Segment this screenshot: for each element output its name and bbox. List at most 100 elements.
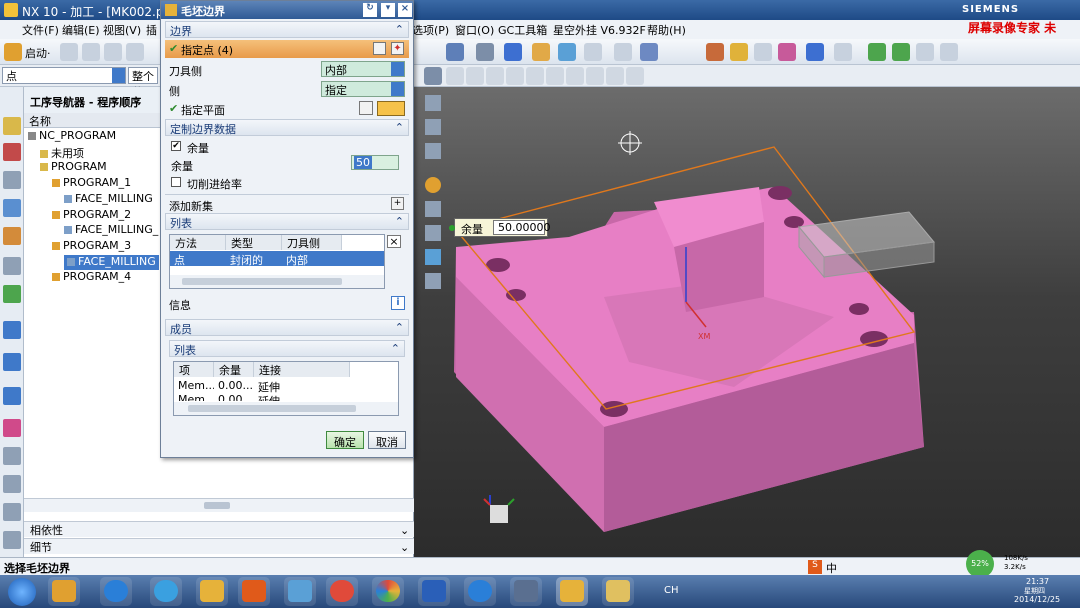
add-set-icon[interactable]: + [391, 197, 404, 210]
start-button[interactable]: 启动· [25, 45, 51, 61]
table-scrollbar[interactable] [174, 402, 398, 415]
delete-icon[interactable]: × [387, 235, 401, 248]
column-header-stock[interactable]: 余量 [214, 362, 254, 377]
tree-row[interactable]: FACE_MILLING [64, 192, 153, 207]
machine-tool-icon[interactable] [3, 143, 21, 161]
tree-row[interactable]: PROGRAM_4 [52, 270, 131, 285]
ime-mode[interactable]: 中 [826, 560, 837, 576]
tree-row[interactable]: PROGRAM_3 [52, 239, 131, 254]
snap-pole-icon[interactable] [606, 67, 624, 85]
part-model[interactable]: XM [414, 87, 1080, 557]
clock-icon[interactable] [3, 387, 21, 405]
operation-navigator-icon[interactable] [3, 117, 21, 135]
chevron-down-icon[interactable] [391, 62, 404, 76]
column-header-item[interactable]: 项 [174, 362, 214, 377]
section-icon[interactable] [614, 43, 632, 61]
render-icon[interactable] [558, 43, 576, 61]
cube-view-icon[interactable] [504, 43, 522, 61]
snap-curve-icon[interactable] [506, 67, 524, 85]
snap-grid-icon[interactable] [626, 67, 644, 85]
boundary-section-header[interactable]: 边界 ⌃ [165, 21, 409, 38]
side-select[interactable]: 指定 [321, 81, 405, 97]
scroll-thumb[interactable] [204, 502, 230, 509]
menu-window[interactable]: 窗口(O) [455, 22, 494, 38]
close-icon[interactable]: × [398, 3, 412, 17]
specify-points-row[interactable]: ✔ 指定点 (4) ✦ [165, 40, 409, 58]
scope-filter-select[interactable]: 整个装 [128, 67, 158, 99]
palette-icon[interactable] [3, 419, 21, 437]
hd3d-icon[interactable] [3, 285, 21, 303]
list-section-header[interactable]: 列表 ⌃ [165, 213, 409, 230]
taskbar-app[interactable] [196, 577, 228, 606]
navigator-scrollbar[interactable] [24, 498, 414, 512]
tree-row[interactable]: PROGRAM [40, 160, 107, 175]
snap-end-icon[interactable] [446, 67, 464, 85]
reuse-library-icon[interactable] [3, 257, 21, 275]
cancel-button[interactable]: 取消 [368, 431, 406, 449]
menu-gc-toolkit[interactable]: GC工具箱 [498, 22, 547, 38]
replay-icon[interactable] [754, 43, 772, 61]
info-row[interactable]: 信息 i [165, 295, 409, 313]
web-browser-icon[interactable] [3, 321, 21, 339]
scroll-thumb[interactable] [182, 278, 342, 285]
chevron-down-icon[interactable]: ⌄ [400, 541, 409, 554]
start-orb-icon[interactable] [8, 578, 36, 606]
shading-icon[interactable] [532, 43, 550, 61]
history-icon[interactable] [3, 353, 21, 371]
chevron-down-icon[interactable]: ⌄ [400, 524, 409, 537]
type-filter-select[interactable]: 点 [2, 67, 126, 84]
reset-icon[interactable]: ↻ [363, 3, 377, 17]
snap-mid-icon[interactable] [466, 67, 484, 85]
name-column-header[interactable]: 名称 [24, 113, 164, 128]
members-list-header[interactable]: 列表 ⌃ [169, 340, 405, 357]
assembly-navigator-icon[interactable] [3, 171, 21, 189]
stock-checkbox[interactable]: ✔ [171, 141, 181, 151]
roles-icon[interactable] [3, 503, 21, 521]
taskbar-app[interactable] [238, 577, 270, 606]
layer-icon[interactable] [584, 43, 602, 61]
check-all-icon[interactable] [892, 43, 910, 61]
snap-center-icon[interactable] [526, 67, 544, 85]
color-tool-icon[interactable] [425, 177, 441, 193]
taskbar-app[interactable] [326, 577, 358, 606]
custom-boundary-section-header[interactable]: 定制边界数据 ⌃ [165, 119, 409, 136]
snap-quadrant-icon[interactable] [546, 67, 564, 85]
info-icon[interactable]: i [391, 296, 405, 310]
chevron-down-icon[interactable] [391, 82, 404, 96]
table-scrollbar[interactable] [170, 275, 384, 288]
taskbar-app[interactable] [602, 577, 634, 606]
generate-path-icon[interactable] [706, 43, 724, 61]
taskbar-app[interactable] [100, 577, 132, 606]
table-row[interactable]: Mem... 0.00... 延伸 [174, 392, 398, 401]
clock-time[interactable]: 21:37 [1026, 577, 1049, 586]
tree-row[interactable]: PROGRAM_2 [52, 208, 131, 223]
view-tool-icon[interactable] [425, 225, 441, 241]
taskbar-app[interactable] [418, 577, 450, 606]
taskbar-app[interactable] [464, 577, 496, 606]
chevron-up-icon[interactable]: ⌃ [395, 121, 404, 134]
taskbar-app[interactable] [372, 577, 404, 606]
feed-checkbox[interactable] [171, 177, 181, 187]
dialog-title-bar[interactable]: 毛坯边界 ↻ ▾ × [161, 1, 413, 19]
chevron-up-icon[interactable]: ⌃ [395, 23, 404, 36]
orient-view-icon[interactable] [476, 43, 494, 61]
tool-icon[interactable] [916, 43, 934, 61]
snap-tangent-icon[interactable] [586, 67, 604, 85]
settings-icon[interactable]: ▾ [381, 3, 395, 17]
stock-input[interactable]: 50 [351, 155, 399, 170]
add-new-set-row[interactable]: 添加新集 + [165, 194, 409, 213]
ok-button[interactable]: 确定 [326, 431, 364, 449]
snap-line-icon[interactable] [486, 67, 504, 85]
menu-options[interactable]: 选项(P) [412, 22, 449, 38]
save-icon[interactable] [104, 43, 122, 61]
shop-doc-icon[interactable] [834, 43, 852, 61]
wcs-icon[interactable] [640, 43, 658, 61]
print-icon[interactable] [126, 43, 144, 61]
language-indicator[interactable]: CH [664, 585, 679, 596]
menu-file[interactable]: 文件(F) [22, 22, 59, 38]
handle-icon[interactable] [449, 225, 455, 231]
table-row[interactable]: 点 封闭的 内部 [170, 251, 384, 266]
taskbar-app[interactable] [48, 577, 80, 606]
view-tool-icon[interactable] [425, 119, 441, 135]
part-navigator-icon[interactable] [3, 227, 21, 245]
